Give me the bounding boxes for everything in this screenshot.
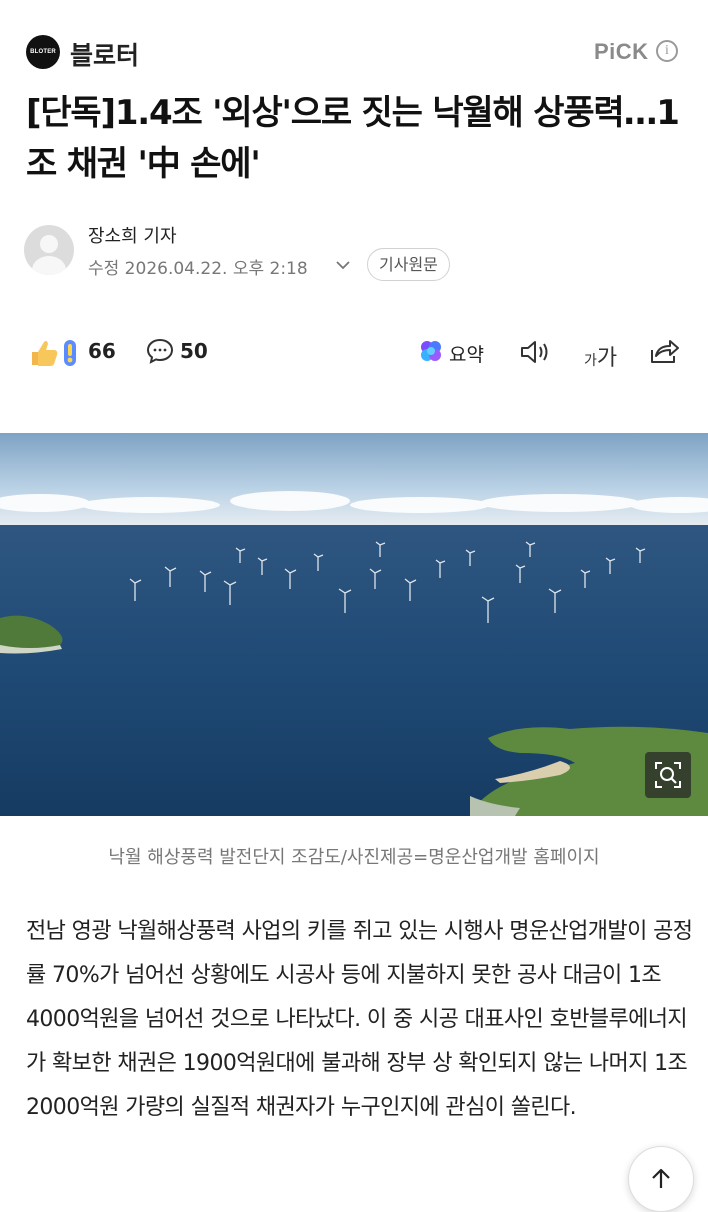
zoom-icon[interactable] [645,752,691,798]
chevron-down-icon[interactable] [335,257,351,276]
share-icon[interactable] [648,336,680,370]
reaction-count: 66 [88,339,116,363]
summary-icon[interactable] [418,338,444,368]
reporter-name[interactable]: 장소희 기자 [88,222,177,248]
original-article-button[interactable]: 기사원문 [367,248,450,281]
press-name[interactable]: 블로터 [70,36,139,72]
font-size-large: 가 [596,346,618,371]
avatar-icon[interactable] [24,225,74,275]
comment-count: 50 [180,339,208,363]
article-date: 수정 2026.04.22. 오후 2:18 [88,259,308,279]
article-photo[interactable] [0,433,708,816]
pick-label: PiCK [594,39,649,64]
article-title: [단독]1.4조 '외상'으로 짓는 낙월해 상풍력…1조 채권 '中 손에' [26,93,680,184]
press-logo[interactable]: BLOTER [26,35,60,69]
comment-icon[interactable] [145,336,175,370]
font-size-small: 가 [584,353,597,369]
arrow-up-icon [652,1168,670,1188]
article-body: 전남 영광 낙월해상풍력 사업의 키를 쥐고 있는 시행사 명운산업개발이 공정… [26,919,693,1120]
speaker-icon[interactable] [518,338,552,370]
info-icon[interactable]: i [656,40,678,62]
photo-caption: 낙월 해상풍력 발전단지 조감도/사진제공=명운산업개발 홈페이지 [108,847,600,868]
press-logo-text: BLOTER [30,49,56,55]
font-size-icon[interactable]: 가가 [584,340,617,372]
reaction-icon[interactable] [28,336,80,372]
summary-button-label[interactable]: 요약 [449,340,484,367]
scroll-top-button[interactable] [628,1146,694,1212]
